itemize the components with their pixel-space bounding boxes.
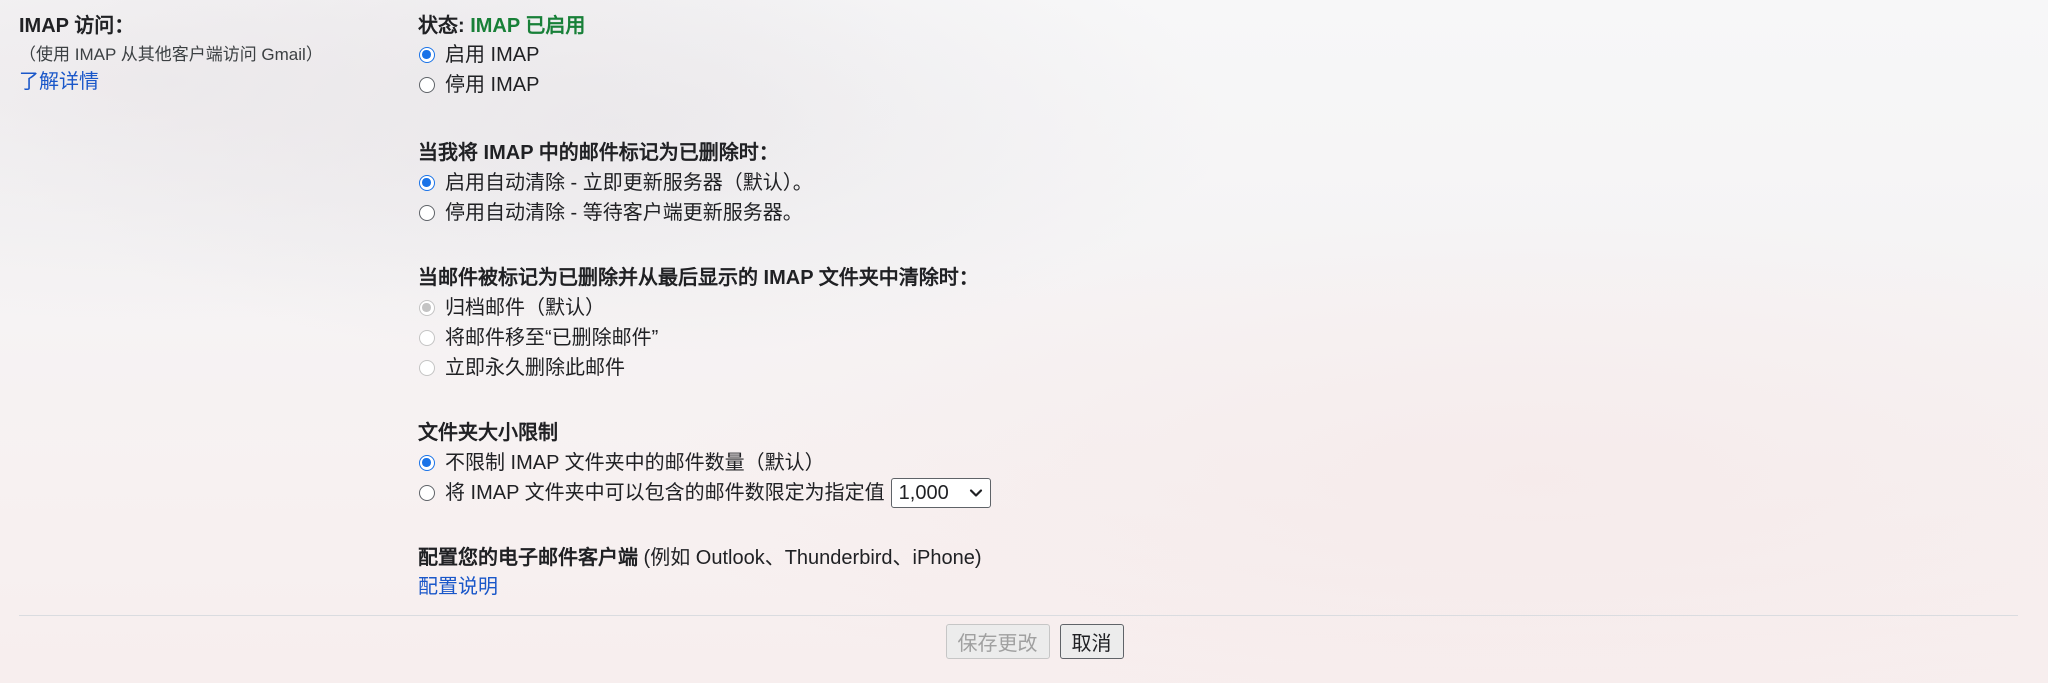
imap-settings-column: 状态: IMAP 已启用 启用 IMAP 停用 IMAP 当我将 IMAP 中的… [418, 12, 1998, 603]
auto-expunge-on-radio[interactable] [419, 175, 435, 191]
folder-limit-select[interactable]: 1,000 [890, 478, 991, 508]
no-limit-label: 不限制 IMAP 文件夹中的邮件数量（默认） [445, 452, 825, 474]
auto-expunge-off-label: 停用自动清除 - 等待客户端更新服务器。 [445, 202, 803, 224]
delete-forever-option: 立即永久删除此邮件 [418, 353, 1998, 383]
archive-message-option: 归档邮件（默认） [418, 293, 1998, 323]
client-config-link-row: 配置说明 [418, 573, 1998, 603]
learn-more-link[interactable]: 了解详情 [19, 68, 99, 96]
expunge-section-title: 当我将 IMAP 中的邮件标记为已删除时： [418, 142, 779, 164]
client-config-title: 配置您的电子邮件客户端 [418, 547, 638, 569]
auto-expunge-on-label: 启用自动清除 - 立即更新服务器（默认）。 [445, 172, 813, 194]
no-limit-option[interactable]: 不限制 IMAP 文件夹中的邮件数量（默认） [418, 448, 1998, 478]
action-buttons: 保存更改 取消 [0, 624, 2048, 659]
client-config-line: 配置您的电子邮件客户端 (例如 Outlook、Thunderbird、iPho… [418, 543, 1998, 573]
limit-folder-label: 将 IMAP 文件夹中可以包含的邮件数限定为指定值 [445, 482, 885, 504]
imap-status: 状态: IMAP 已启用 [418, 12, 1998, 40]
imap-access-label-column: IMAP 访问： （使用 IMAP 从其他客户端访问 Gmail） 了解详情 [19, 12, 399, 96]
deleted-action-section-title: 当邮件被标记为已删除并从最后显示的 IMAP 文件夹中清除时： [418, 267, 979, 289]
delete-forever-radio [419, 360, 435, 376]
imap-status-label: 状态: [418, 15, 471, 37]
cancel-button[interactable]: 取消 [1059, 624, 1124, 659]
folder-size-section-title: 文件夹大小限制 [418, 422, 558, 444]
delete-forever-label: 立即永久删除此邮件 [445, 357, 625, 379]
disable-imap-option[interactable]: 停用 IMAP [418, 70, 1998, 100]
archive-message-radio [419, 300, 435, 316]
no-limit-radio[interactable] [419, 455, 435, 471]
move-to-trash-label: 将邮件移至“已删除邮件” [445, 327, 659, 349]
limit-folder-option[interactable]: 将 IMAP 文件夹中可以包含的邮件数限定为指定值 1,000 [418, 478, 1998, 508]
auto-expunge-on-option[interactable]: 启用自动清除 - 立即更新服务器（默认）。 [418, 168, 1998, 198]
archive-message-label: 归档邮件（默认） [445, 297, 605, 319]
imap-access-description: （使用 IMAP 从其他客户端访问 Gmail） [19, 45, 323, 64]
divider [19, 615, 2018, 616]
enable-imap-label: 启用 IMAP [445, 44, 540, 66]
auto-expunge-off-radio[interactable] [419, 205, 435, 221]
client-config-examples: (例如 Outlook、Thunderbird、iPhone) [638, 547, 982, 569]
chevron-down-icon [969, 489, 982, 497]
move-to-trash-option: 将邮件移至“已删除邮件” [418, 323, 1998, 353]
move-to-trash-radio [419, 330, 435, 346]
auto-expunge-off-option[interactable]: 停用自动清除 - 等待客户端更新服务器。 [418, 198, 1998, 228]
enable-imap-radio[interactable] [419, 47, 435, 63]
config-instructions-link[interactable]: 配置说明 [418, 573, 498, 601]
folder-limit-select-value: 1,000 [898, 482, 949, 504]
imap-status-value: IMAP 已启用 [470, 15, 586, 37]
imap-access-heading: IMAP 访问： [19, 15, 135, 37]
save-changes-button[interactable]: 保存更改 [945, 624, 1050, 659]
disable-imap-label: 停用 IMAP [445, 74, 540, 96]
limit-folder-radio[interactable] [419, 485, 435, 501]
enable-imap-option[interactable]: 启用 IMAP [418, 40, 1998, 70]
disable-imap-radio[interactable] [419, 77, 435, 93]
